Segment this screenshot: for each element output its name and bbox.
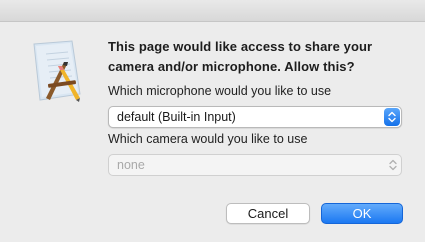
script-editor-icon (28, 40, 92, 104)
cancel-button[interactable]: Cancel (226, 203, 310, 224)
updown-chevron-icon[interactable] (384, 108, 400, 126)
camera-selected-value: none (117, 158, 145, 172)
microphone-select[interactable]: default (Built-in Input) (108, 106, 402, 128)
permission-dialog: This page would like access to share you… (0, 22, 425, 242)
dialog-message: This page would like access to share you… (108, 39, 373, 74)
updown-chevron-icon (384, 155, 401, 175)
camera-label: Which camera would you like to use (108, 132, 308, 146)
microphone-selected-value: default (Built-in Input) (117, 110, 236, 124)
window-titlebar (0, 0, 425, 22)
ok-button[interactable]: OK (321, 203, 403, 224)
microphone-label: Which microphone would you like to use (108, 84, 332, 98)
camera-select: none (108, 154, 402, 176)
